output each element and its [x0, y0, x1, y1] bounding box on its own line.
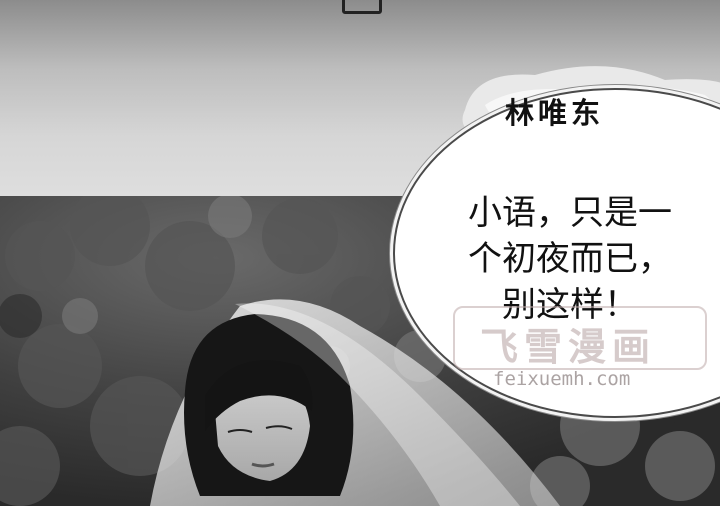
watermark-url: feixuemh.com	[493, 368, 631, 390]
watermark-title: 飞雪漫画	[480, 325, 657, 369]
comic-page: 林唯东 小语，只是一 个初夜而已， 别这样！ 飞雪漫画 feixuemh.com	[0, 0, 720, 506]
dialogue-line: 个初夜而已，	[468, 239, 672, 279]
dialogue-line: 小语，只是一	[468, 193, 672, 233]
speaker-name: 林唯东	[505, 96, 605, 130]
panel-frame-edge	[342, 0, 382, 14]
